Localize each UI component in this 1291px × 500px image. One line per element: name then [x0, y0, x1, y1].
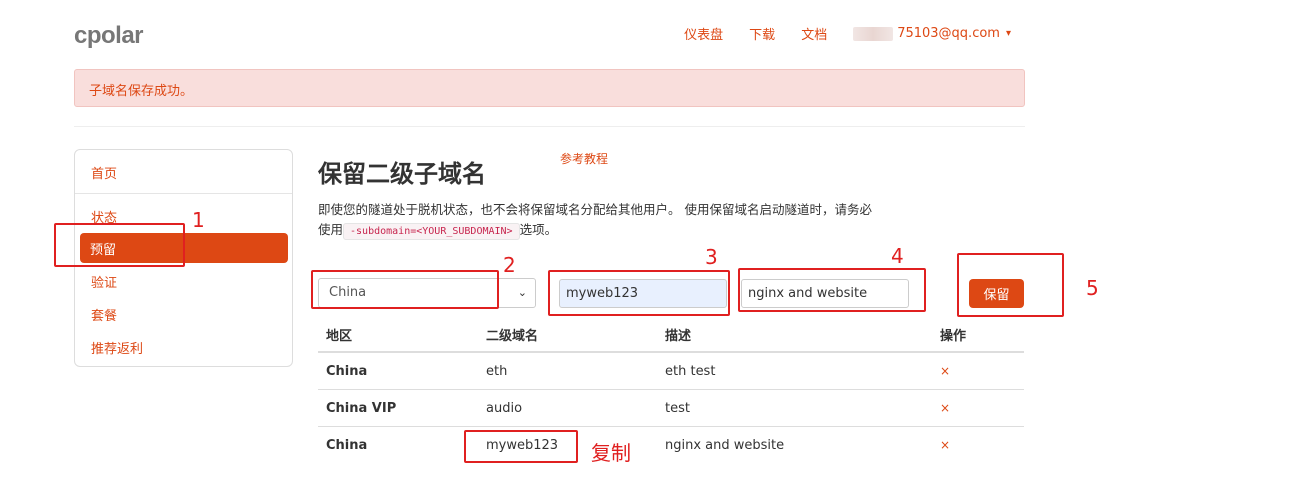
- nav-docs[interactable]: 文档: [801, 24, 827, 43]
- row-subdomain: eth: [486, 363, 508, 379]
- caret-down-icon: ▾: [1005, 28, 1011, 39]
- annotation-box-4: [738, 268, 926, 312]
- chevron-down-icon: ⌄: [517, 286, 527, 299]
- delete-icon[interactable]: ×: [940, 364, 950, 378]
- sidebar-item-home[interactable]: 首页: [91, 163, 117, 182]
- table-row: China VIP audio test ×: [318, 390, 1024, 427]
- user-email: 75103@qq.com: [897, 26, 1000, 41]
- row-region: China VIP: [326, 400, 397, 416]
- annotation-number-5: 5: [1086, 276, 1099, 300]
- col-subdomain: 二级域名: [486, 329, 539, 344]
- annotation-box-5: [957, 253, 1064, 317]
- annotation-copy-label: 复制: [591, 441, 631, 465]
- sidebar-item-plan[interactable]: 套餐: [91, 305, 117, 324]
- subdomain-option-code: -subdomain=<YOUR_SUBDOMAIN>: [343, 223, 520, 240]
- annotation-number-1: 1: [192, 208, 205, 232]
- top-nav: 仪表盘 下载 文档 75103@qq.com ▾: [684, 24, 1011, 43]
- logo[interactable]: cpolar: [74, 22, 144, 50]
- desc-text-end: 选项。: [519, 222, 558, 237]
- success-alert: 子域名保存成功。: [74, 69, 1025, 107]
- row-subdomain: audio: [486, 400, 523, 416]
- page-title: 保留二级子域名: [318, 160, 486, 188]
- user-menu[interactable]: 75103@qq.com ▾: [853, 26, 1011, 41]
- nav-download[interactable]: 下载: [749, 24, 775, 43]
- reserved-domains-table: 地区 二级域名 描述 操作 China eth eth test × China…: [318, 318, 1024, 464]
- col-action: 操作: [940, 329, 967, 344]
- row-description: nginx and website: [665, 438, 785, 453]
- page-description: 即使您的隧道处于脱机状态，也不会将保留域名分配给其他用户。 使用保留域名启动隧道…: [318, 200, 878, 242]
- row-description: test: [665, 400, 690, 416]
- sidebar-divider: [75, 193, 292, 194]
- nav-dashboard[interactable]: 仪表盘: [684, 24, 723, 43]
- delete-icon[interactable]: ×: [940, 438, 950, 452]
- col-region: 地区: [326, 329, 353, 344]
- delete-icon[interactable]: ×: [940, 401, 950, 415]
- sidebar-item-referral[interactable]: 推荐返利: [91, 338, 143, 357]
- table-row: China eth eth test ×: [318, 353, 1024, 390]
- annotation-box-1: [54, 223, 185, 267]
- table-row: China myweb123 nginx and website ×: [318, 427, 1024, 464]
- sidebar-item-auth[interactable]: 验证: [91, 272, 117, 291]
- annotation-box-2: [311, 270, 499, 309]
- divider: [74, 126, 1025, 127]
- row-region: China: [326, 363, 368, 379]
- annotation-box-copy: [464, 430, 578, 463]
- annotation-number-3: 3: [705, 245, 718, 269]
- row-region: China: [326, 438, 368, 453]
- annotation-box-3: [548, 270, 730, 316]
- annotation-number-2: 2: [503, 253, 516, 277]
- annotation-number-4: 4: [891, 244, 904, 268]
- row-description: eth test: [665, 363, 716, 379]
- col-description: 描述: [665, 329, 692, 344]
- tutorial-link[interactable]: 参考教程: [560, 150, 608, 167]
- table-header: 地区 二级域名 描述 操作: [318, 318, 1024, 353]
- email-redaction: [853, 26, 894, 41]
